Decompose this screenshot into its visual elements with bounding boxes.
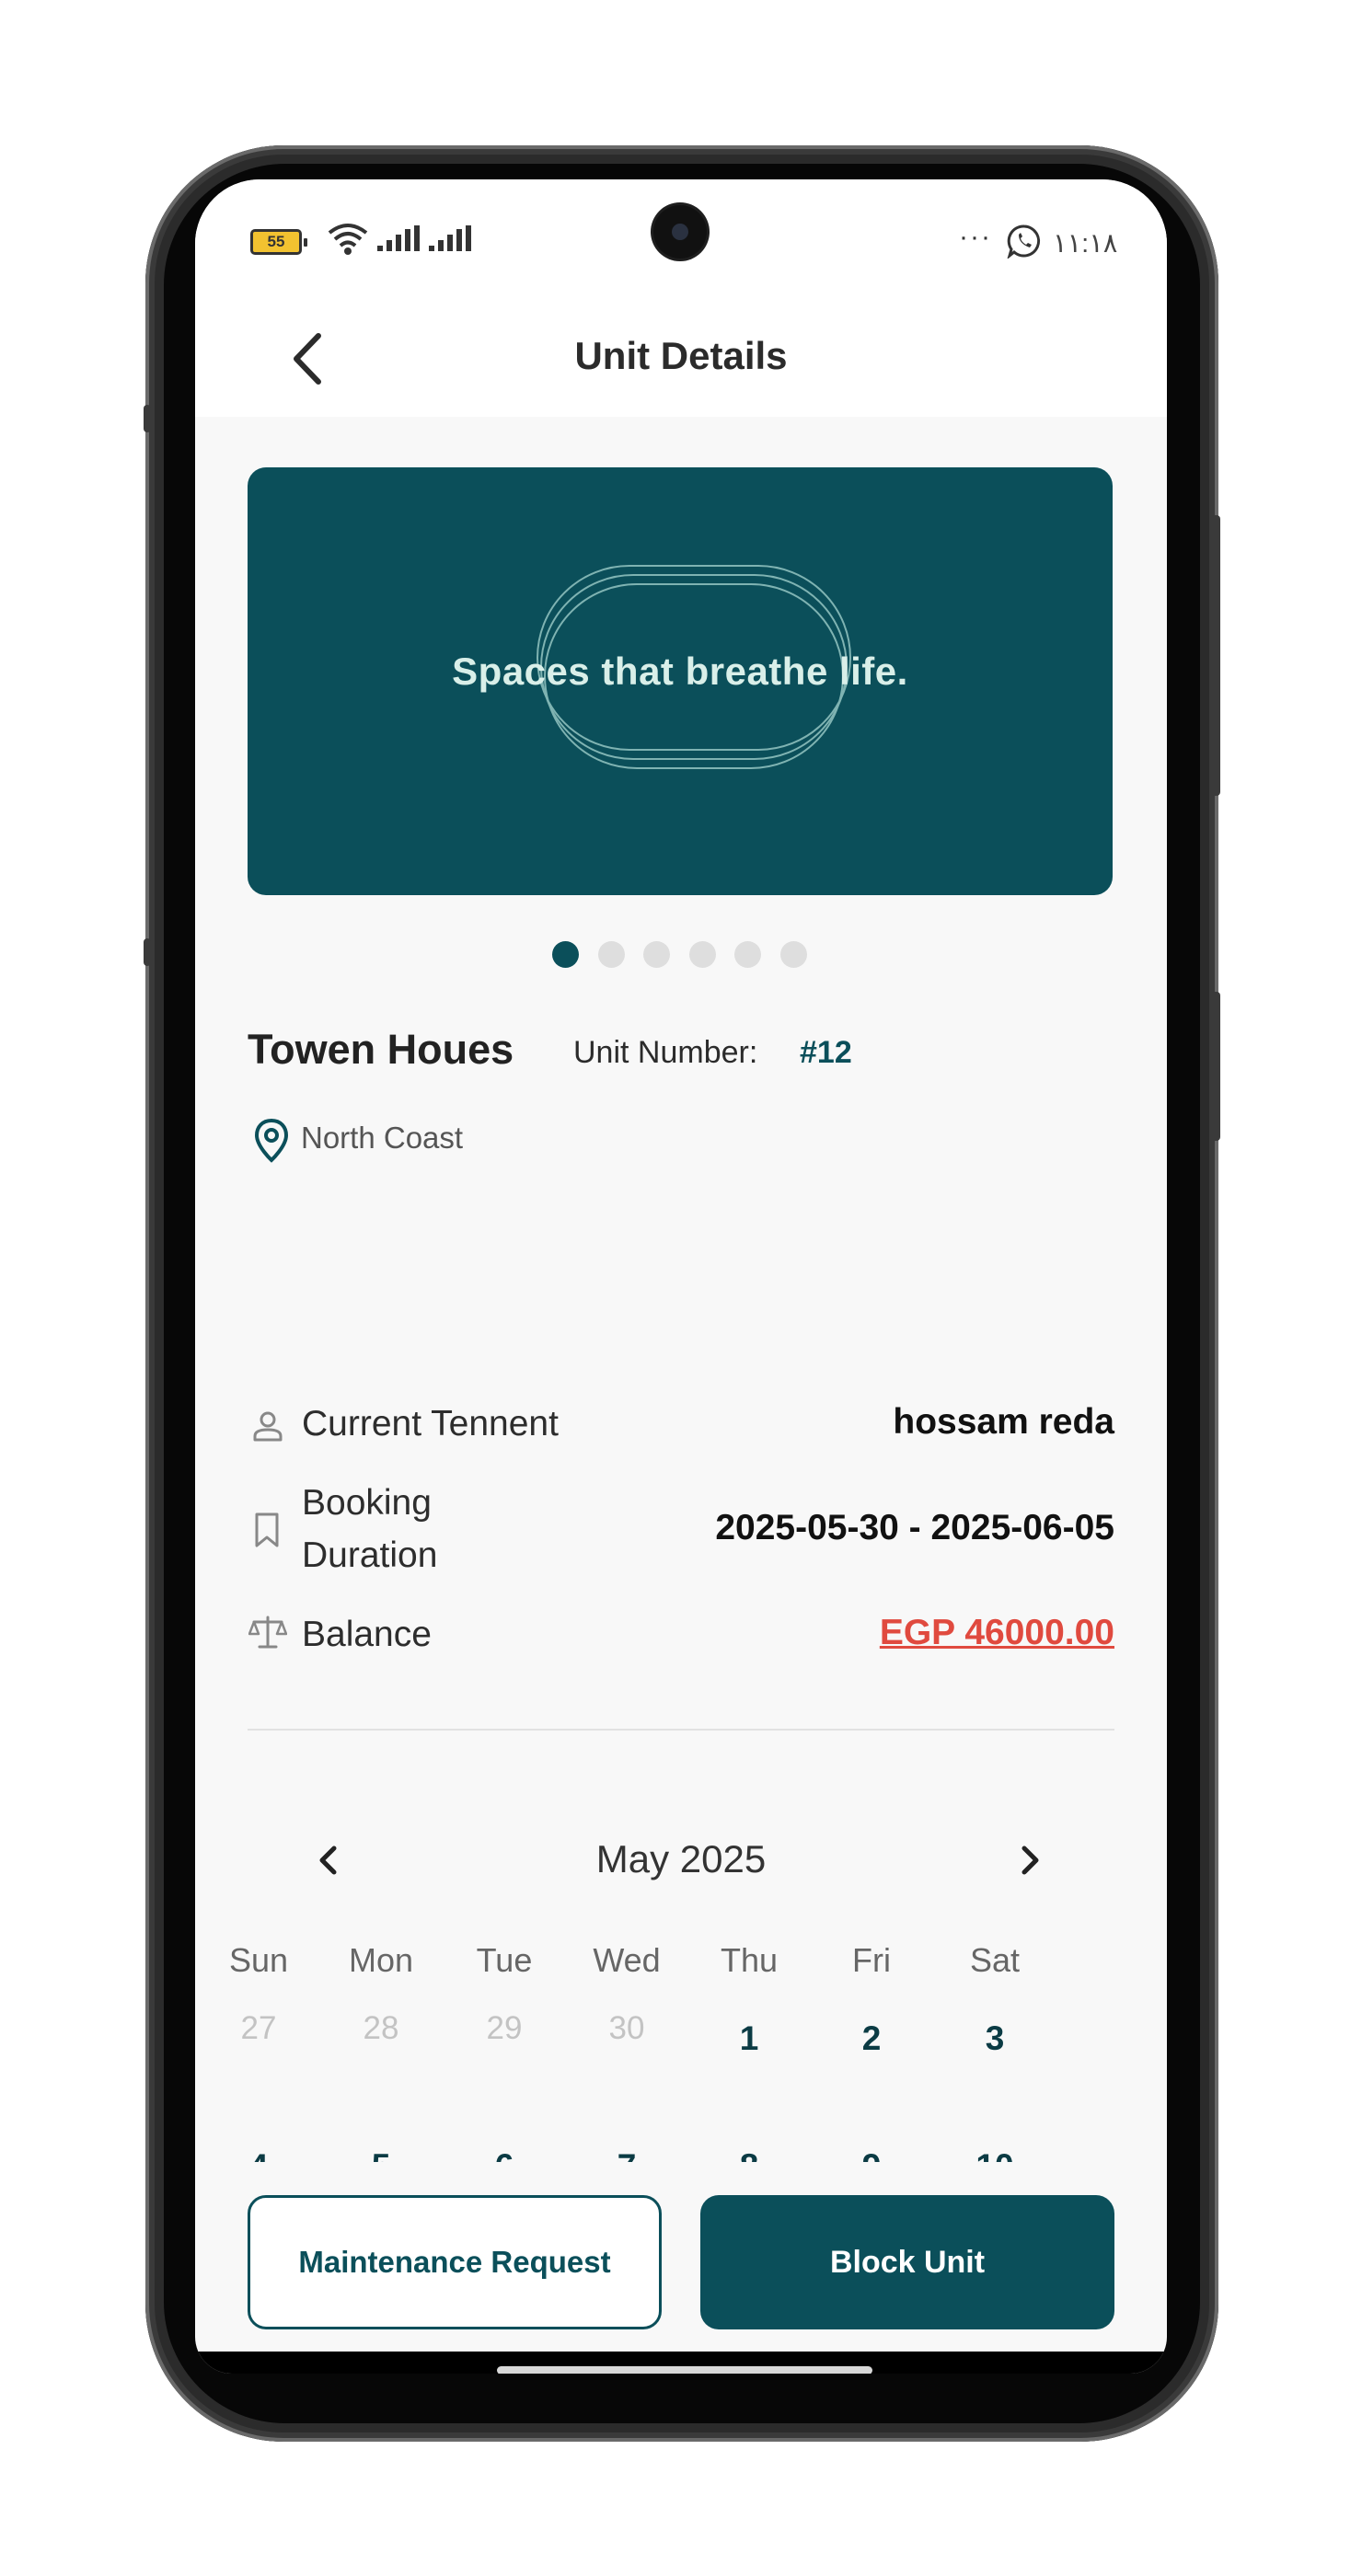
- calendar-next-month-button[interactable]: [1007, 1837, 1053, 1883]
- power-button: [1211, 992, 1220, 1141]
- calendar-weekday-header: Fri: [852, 1941, 891, 1979]
- bookmark-icon: [255, 1512, 279, 1547]
- carousel-dot-active[interactable]: [552, 941, 579, 968]
- overflow-dots-icon: ···: [959, 222, 992, 252]
- calendar-day[interactable]: 3: [949, 2019, 1041, 2058]
- image-carousel[interactable]: Spaces that breathe life.: [248, 467, 1113, 895]
- carousel-dot[interactable]: [643, 941, 670, 968]
- calendar-day-outside-month: 30: [608, 2010, 645, 2046]
- calendar-day[interactable]: 1: [703, 2019, 795, 2058]
- battery-icon: 55: [250, 229, 307, 255]
- booking-duration-label-line2: Duration: [302, 1535, 438, 1575]
- unit-location: North Coast: [301, 1121, 464, 1155]
- balance-value-link[interactable]: EGP 46000.00: [880, 1613, 1114, 1653]
- calendar-day-outside-month: 28: [363, 2010, 399, 2046]
- calendar-day-outside-month: 27: [240, 2010, 277, 2046]
- carousel-dot[interactable]: [689, 941, 716, 968]
- signal-icon: [429, 225, 471, 251]
- carousel-dot[interactable]: [734, 941, 761, 968]
- front-camera: [653, 205, 707, 259]
- location-pin-icon: [254, 1118, 289, 1163]
- whatsapp-icon: [1007, 224, 1041, 259]
- calendar-weekday-header: Thu: [720, 1941, 779, 1979]
- calendar-day-outside-month: 29: [486, 2010, 523, 2046]
- app-header: Unit Details: [195, 299, 1167, 417]
- wifi-icon: [328, 224, 368, 255]
- banner-slogan: Spaces that breathe life.: [452, 650, 908, 693]
- battery-level: 55: [267, 233, 285, 250]
- status-time: ١١:١٨: [1053, 229, 1118, 259]
- person-icon: [253, 1411, 283, 1442]
- current-tenant-label: Current Tennent: [302, 1404, 559, 1443]
- section-divider: [248, 1729, 1114, 1731]
- block-unit-button[interactable]: Block Unit: [700, 2195, 1114, 2329]
- volume-button: [1211, 515, 1220, 796]
- signal-icon: [377, 225, 420, 251]
- scale-icon: [248, 1616, 287, 1649]
- calendar-weekday-header: Wed: [593, 1941, 661, 1979]
- unit-number-label: Unit Number:: [573, 1035, 758, 1070]
- page-title: Unit Details: [574, 334, 788, 377]
- calendar-weekday-header: Mon: [348, 1941, 414, 1979]
- balance-label: Balance: [302, 1615, 432, 1654]
- status-bar: 55 ··· ١١:١٨: [195, 179, 1167, 299]
- current-tenant-value: hossam reda: [893, 1402, 1114, 1442]
- calendar-weekday-header: Tue: [476, 1941, 533, 1979]
- booking-duration-label-line1: Booking: [302, 1483, 432, 1523]
- maintenance-request-button[interactable]: Maintenance Request: [248, 2195, 662, 2329]
- calendar-weekday-header: Sun: [228, 1941, 289, 1979]
- home-indicator[interactable]: [497, 2366, 872, 2374]
- app-screen: 55 ··· ١١:١٨ Unit Details Spaces that br…: [195, 179, 1167, 2374]
- calendar-day[interactable]: 2: [825, 2019, 918, 2058]
- left-side-button: [144, 405, 151, 432]
- booking-duration-value: 2025-05-30 - 2025-06-05: [715, 1508, 1114, 1547]
- unit-number-value: #12: [800, 1035, 852, 1070]
- unit-name: Towen Houes: [248, 1026, 514, 1073]
- left-side-button: [144, 938, 151, 966]
- carousel-dot[interactable]: [598, 941, 625, 968]
- calendar-weekday-header: Sat: [969, 1941, 1021, 1979]
- carousel-dot[interactable]: [780, 941, 807, 968]
